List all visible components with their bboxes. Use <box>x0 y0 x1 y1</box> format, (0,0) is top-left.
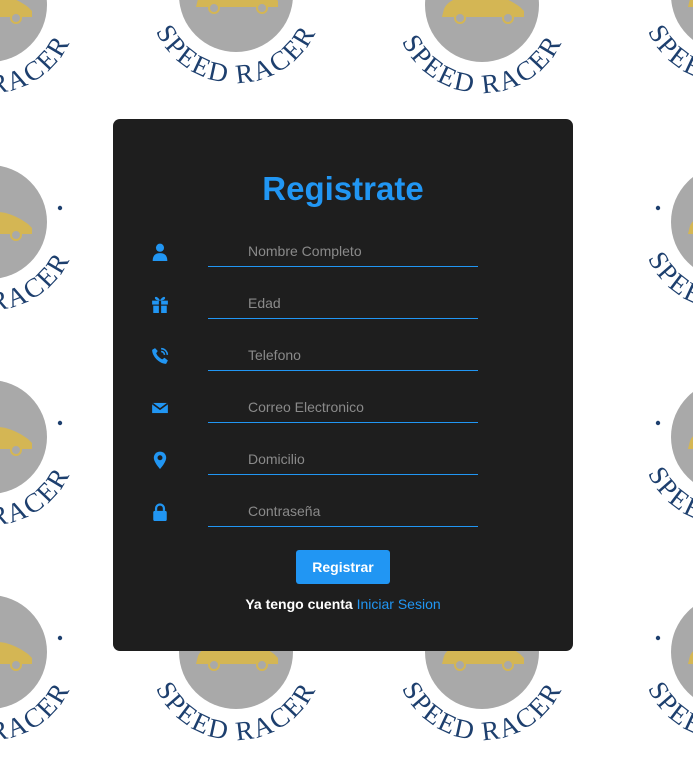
background-logo: SPEED RACER <box>372 0 592 115</box>
field-row-phone <box>113 340 573 380</box>
background-logo: SPEED RACER <box>618 542 693 759</box>
user-icon <box>151 243 169 261</box>
background-logo: SPEED RACER <box>0 112 100 332</box>
field-row-age <box>113 288 573 328</box>
login-prompt-text: Ya tengo cuenta <box>245 596 353 612</box>
background-logo: SPEED RACER <box>618 0 693 105</box>
background-logo: SPEED RACER <box>618 112 693 332</box>
location-pin-icon <box>151 451 169 469</box>
field-row-email <box>113 392 573 432</box>
login-link[interactable]: Iniciar Sesion <box>357 596 441 612</box>
phone-icon <box>151 347 169 365</box>
phone-input[interactable] <box>208 340 478 371</box>
background-logo: SPEED RACER <box>0 0 100 115</box>
background-logo: SPEED RACER <box>0 327 100 547</box>
gift-icon <box>151 295 169 313</box>
login-prompt-line: Ya tengo cuenta Iniciar Sesion <box>113 595 573 613</box>
full-name-input[interactable] <box>208 236 478 267</box>
password-input[interactable] <box>208 496 478 527</box>
background-logo: SPEED RACER <box>126 0 346 105</box>
background-logo: SPEED RACER <box>0 542 100 759</box>
email-input[interactable] <box>208 392 478 423</box>
field-row-address <box>113 444 573 484</box>
field-row-name <box>113 236 573 276</box>
envelope-icon <box>151 399 169 417</box>
address-input[interactable] <box>208 444 478 475</box>
field-row-password <box>113 496 573 536</box>
lock-icon <box>151 503 169 521</box>
background-logo: SPEED RACER <box>618 327 693 547</box>
register-card: Registrate Registrar <box>113 119 573 651</box>
form-title: Registrate <box>262 170 424 207</box>
register-button[interactable]: Registrar <box>296 550 390 584</box>
age-input[interactable] <box>208 288 478 319</box>
